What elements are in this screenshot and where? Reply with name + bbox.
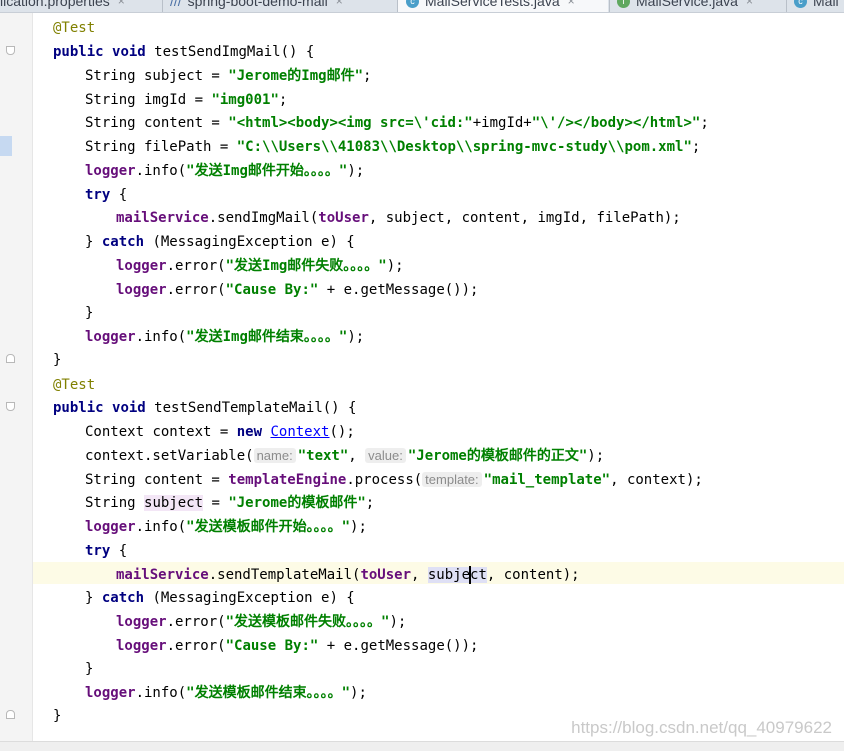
code-line: public void testSendTemplateMail() { [53, 400, 357, 416]
change-marker [0, 136, 12, 156]
interface-icon: I [617, 0, 630, 8]
code-line-current: mailService.sendTemplateMail(toUser, sub… [116, 566, 580, 584]
class-icon: c [794, 0, 807, 8]
code-line: logger.error("发送模板邮件失败。。。。"); [116, 614, 407, 630]
code-line: Context context = new Context(); [85, 424, 355, 440]
tab-separator [162, 0, 163, 12]
code-line: logger.error("Cause By:" + e.getMessage(… [116, 282, 479, 298]
tab-mail-service-tests[interactable]: c MailServiceTests.java × [398, 0, 608, 12]
fold-icon[interactable] [6, 46, 15, 55]
code-line: try { [85, 543, 128, 559]
tab-spring-boot-demo-mail[interactable]: /// spring-boot-demo-mail × [170, 0, 395, 12]
code-line: } [85, 661, 94, 677]
watermark: https://blog.csdn.net/qq_40979622 [571, 718, 832, 737]
maven-module-icon: /// [170, 0, 182, 9]
code-line: logger.error("发送Img邮件失败。。。。"); [116, 258, 404, 274]
tab-label: spring-boot-demo-mail [187, 0, 328, 9]
param-hint-name: name: [253, 448, 296, 463]
code-line: try { [85, 187, 128, 203]
code-line: String content = "<html><body><img src=\… [85, 115, 709, 131]
code-line: @Test [53, 20, 96, 36]
context-class-link[interactable]: Context [270, 424, 329, 440]
code-line: String filePath = "C:\\Users\\41083\\Des… [85, 139, 701, 155]
code-line: logger.info("发送模板邮件开始。。。。"); [85, 519, 367, 535]
code-line: mailService.sendImgMail(toUser, subject,… [116, 210, 681, 226]
code-line: @Test [53, 377, 96, 393]
editor-gutter [0, 13, 33, 750]
code-line: } catch (MessagingException e) { [85, 234, 355, 250]
tab-application-properties[interactable]: lication.properties × [0, 0, 160, 12]
tab-label: Mail [813, 0, 839, 9]
tab-label: MailService.java [636, 0, 738, 9]
code-line: } catch (MessagingException e) { [85, 590, 355, 606]
tab-mail-service[interactable]: I MailService.java × [617, 0, 787, 12]
code-line: } [53, 352, 62, 368]
usage-highlight: subject [144, 495, 204, 511]
code-line: logger.error("Cause By:" + e.getMessage(… [116, 638, 479, 654]
code-line: logger.info("发送Img邮件开始。。。。"); [85, 163, 365, 179]
param-hint-template: template: [422, 472, 482, 487]
code-line: public void testSendImgMail() { [53, 44, 315, 60]
close-icon[interactable]: × [336, 0, 343, 8]
code-line: context.setVariable(name: "text", value: "… [85, 448, 605, 464]
tab-label: lication.properties [0, 0, 110, 9]
usage-highlight: subject [427, 566, 487, 584]
fold-icon[interactable] [6, 402, 15, 411]
tab-separator [786, 0, 787, 12]
fold-icon[interactable] [6, 354, 15, 363]
code-line: logger.info("发送模板邮件结束。。。。"); [85, 685, 367, 701]
close-icon[interactable]: × [746, 0, 753, 8]
code-line: } [53, 708, 62, 724]
close-icon[interactable]: × [568, 0, 575, 8]
code-line: String subject = "Jerome的模板邮件"; [85, 495, 375, 511]
class-icon: c [406, 0, 419, 8]
tab-separator [609, 0, 610, 12]
tab-label: MailServiceTests.java [425, 0, 560, 9]
param-hint-value: value: [365, 448, 406, 463]
close-icon[interactable]: × [118, 0, 125, 8]
tab-mail-overflow[interactable]: c Mail [794, 0, 844, 12]
code-line: String imgId = "img001"; [85, 92, 288, 108]
editor-tab-bar: lication.properties × /// spring-boot-de… [0, 0, 844, 13]
code-line: String subject = "Jerome的Img邮件"; [85, 68, 372, 84]
code-line: } [85, 305, 94, 321]
code-line: logger.info("发送Img邮件结束。。。。"); [85, 329, 365, 345]
fold-icon[interactable] [6, 710, 15, 719]
code-line: String content = templateEngine.process(… [85, 472, 703, 488]
